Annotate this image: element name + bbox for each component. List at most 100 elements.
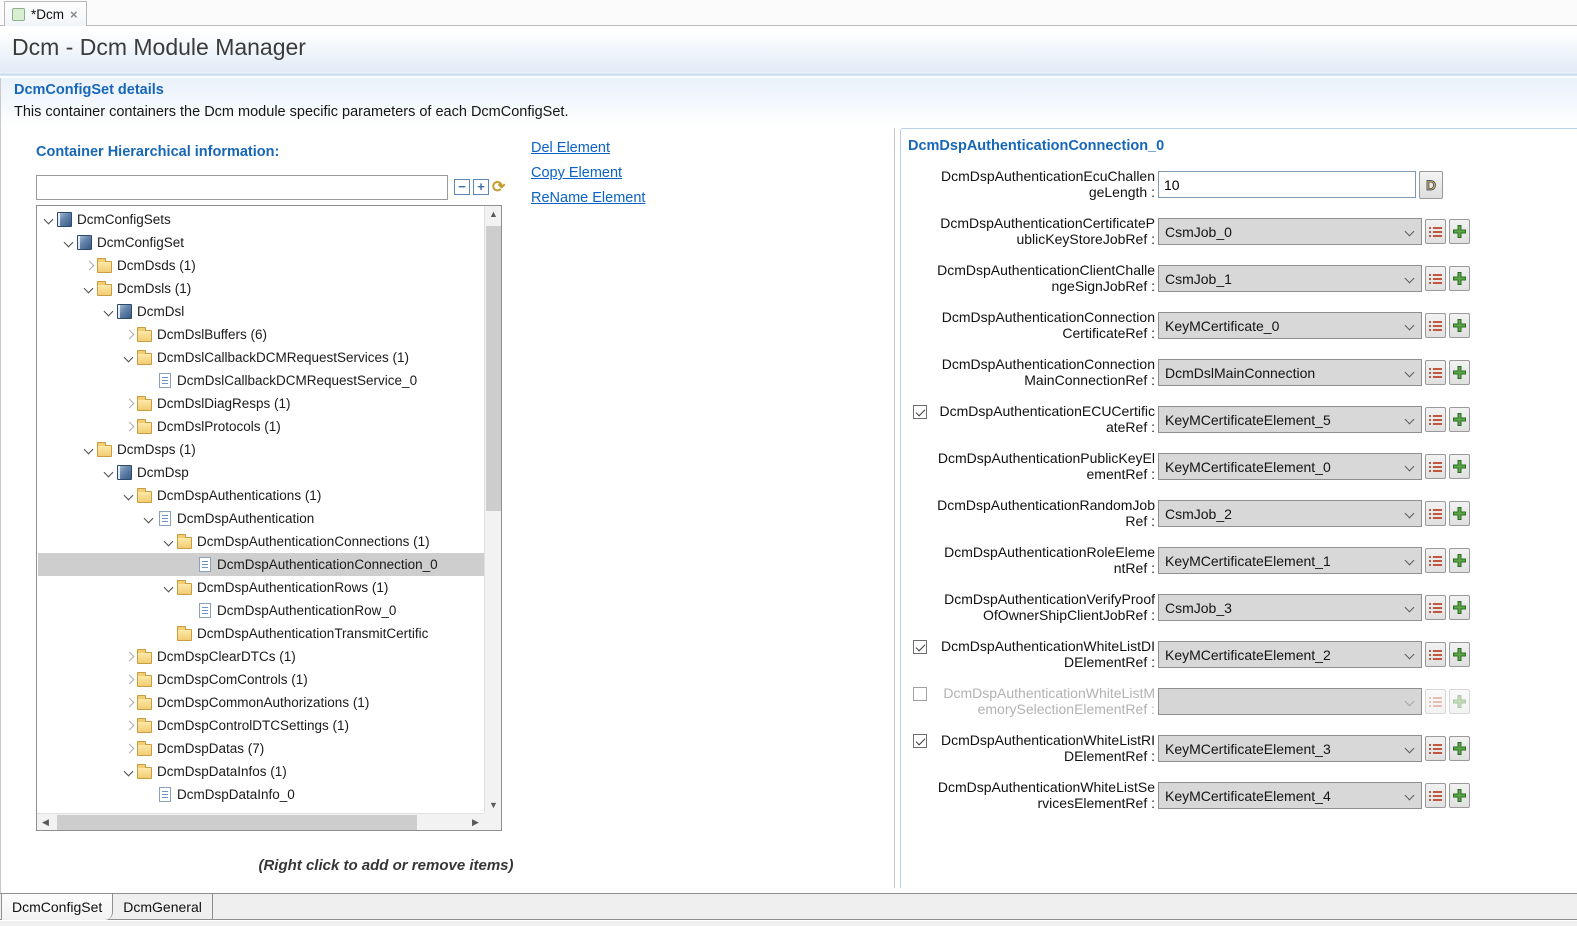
list-button[interactable]	[1425, 454, 1446, 479]
tree-item[interactable]: DcmDslProtocols (1)	[38, 415, 484, 438]
tree-item[interactable]: DcmDspAuthenticationRows (1)	[38, 576, 484, 599]
tree-item[interactable]: DcmDslBuffers (6)	[38, 323, 484, 346]
chevron-right-icon[interactable]	[121, 695, 137, 711]
checkbox-checked[interactable]	[913, 640, 927, 654]
add-button[interactable]	[1449, 501, 1470, 526]
chevron-down-icon[interactable]	[81, 442, 97, 458]
ecu-challenge-length-input[interactable]	[1158, 171, 1416, 198]
add-button[interactable]	[1449, 595, 1470, 620]
rename-element-link[interactable]: ReName Element	[531, 186, 645, 211]
tree-item[interactable]: DcmDsps (1)	[38, 438, 484, 461]
chevron-down-icon[interactable]	[121, 764, 137, 780]
list-button[interactable]	[1425, 407, 1446, 432]
add-button[interactable]	[1449, 407, 1470, 432]
collapse-all-button[interactable]: −	[454, 179, 470, 195]
horizontal-scroll-thumb[interactable]	[57, 815, 417, 830]
tree-item[interactable]: DcmConfigSets	[38, 208, 484, 231]
chevron-down-icon[interactable]	[121, 488, 137, 504]
add-button[interactable]	[1449, 642, 1470, 667]
add-button[interactable]	[1449, 736, 1470, 761]
reference-dropdown[interactable]: KeyMCertificateElement_5	[1158, 406, 1422, 433]
reference-dropdown[interactable]: KeyMCertificateElement_2	[1158, 641, 1422, 668]
add-button[interactable]	[1449, 783, 1470, 808]
tree-item[interactable]: DcmDslCallbackDCMRequestServices (1)	[38, 346, 484, 369]
chevron-right-icon[interactable]	[81, 258, 97, 274]
add-button[interactable]	[1449, 219, 1470, 244]
tree-item[interactable]: DcmDsls (1)	[38, 277, 484, 300]
list-button[interactable]	[1425, 642, 1446, 667]
checkbox-checked[interactable]	[913, 734, 927, 748]
list-button[interactable]	[1425, 783, 1446, 808]
reference-dropdown[interactable]: CsmJob_1	[1158, 265, 1422, 292]
tree-item[interactable]: DcmDspAuthenticationRow_0	[38, 599, 484, 622]
tree-item[interactable]: DcmDsds (1)	[38, 254, 484, 277]
tab-dcmconfigset[interactable]: DcmConfigSet	[1, 894, 113, 920]
list-button[interactable]	[1425, 313, 1446, 338]
expand-all-button[interactable]: +	[473, 179, 489, 195]
tab-dcmgeneral[interactable]: DcmGeneral	[113, 894, 213, 920]
chevron-down-icon[interactable]	[161, 534, 177, 550]
tree-item[interactable]: DcmDspDatas (7)	[38, 737, 484, 760]
del-element-link[interactable]: Del Element	[531, 136, 645, 161]
tree-item[interactable]: DcmDslDiagResps (1)	[38, 392, 484, 415]
tree-item[interactable]: DcmDspDataInfos (1)	[38, 760, 484, 783]
scroll-right-icon[interactable]: ▶	[467, 814, 484, 831]
chevron-right-icon[interactable]	[121, 718, 137, 734]
reference-dropdown[interactable]: KeyMCertificateElement_3	[1158, 735, 1422, 762]
chevron-down-icon[interactable]	[161, 580, 177, 596]
tree-item[interactable]: DcmDsl	[38, 300, 484, 323]
reference-dropdown[interactable]: CsmJob_3	[1158, 594, 1422, 621]
reference-dropdown[interactable]: KeyMCertificateElement_4	[1158, 782, 1422, 809]
chevron-right-icon[interactable]	[121, 649, 137, 665]
list-button[interactable]	[1425, 360, 1446, 385]
add-button[interactable]	[1449, 548, 1470, 573]
checkbox-unchecked[interactable]	[913, 687, 927, 701]
scroll-down-icon[interactable]: ▼	[485, 797, 502, 814]
editor-tab-dcm[interactable]: *Dcm ×	[4, 1, 87, 26]
horizontal-scrollbar[interactable]: ◀ ▶	[37, 813, 484, 830]
tree-item[interactable]: DcmDspDataInfo_0	[38, 783, 484, 806]
chevron-down-icon[interactable]	[101, 465, 117, 481]
list-button[interactable]	[1425, 501, 1446, 526]
tree-item[interactable]: DcmDspClearDTCs (1)	[38, 645, 484, 668]
reference-dropdown[interactable]: KeyMCertificate_0	[1158, 312, 1422, 339]
close-icon[interactable]: ×	[70, 8, 78, 21]
chevron-right-icon[interactable]	[121, 419, 137, 435]
tree-item[interactable]: DcmDspAuthentications (1)	[38, 484, 484, 507]
tree-filter-input[interactable]	[36, 175, 448, 200]
chevron-right-icon[interactable]	[121, 672, 137, 688]
tree-item[interactable]: DcmDspCommonAuthorizations (1)	[38, 691, 484, 714]
tree-item[interactable]: DcmDslCallbackDCMRequestService_0	[38, 369, 484, 392]
list-button[interactable]	[1425, 219, 1446, 244]
refresh-icon[interactable]: ⟳	[492, 177, 505, 197]
vertical-scroll-thumb[interactable]	[486, 226, 501, 511]
tree-item[interactable]: DcmDspAuthenticationTransmitCertific	[38, 622, 484, 645]
chevron-down-icon[interactable]	[121, 350, 137, 366]
add-button[interactable]	[1449, 266, 1470, 291]
chevron-down-icon[interactable]	[101, 304, 117, 320]
scroll-left-icon[interactable]: ◀	[37, 814, 54, 831]
add-button[interactable]	[1449, 360, 1470, 385]
list-button[interactable]	[1425, 736, 1446, 761]
vertical-scrollbar[interactable]: ▲ ▼	[484, 206, 501, 814]
list-button[interactable]	[1425, 595, 1446, 620]
chevron-down-icon[interactable]	[41, 212, 57, 228]
reference-dropdown[interactable]: KeyMCertificateElement_1	[1158, 547, 1422, 574]
scroll-up-icon[interactable]: ▲	[485, 206, 502, 223]
chevron-right-icon[interactable]	[121, 741, 137, 757]
reference-dropdown[interactable]: CsmJob_0	[1158, 218, 1422, 245]
chevron-down-icon[interactable]	[81, 281, 97, 297]
chevron-right-icon[interactable]	[121, 396, 137, 412]
add-button[interactable]	[1449, 313, 1470, 338]
reference-dropdown[interactable]: KeyMCertificateElement_0	[1158, 453, 1422, 480]
chevron-right-icon[interactable]	[121, 327, 137, 343]
default-value-button[interactable]: D	[1419, 171, 1443, 199]
copy-element-link[interactable]: Copy Element	[531, 161, 645, 186]
list-button[interactable]	[1425, 548, 1446, 573]
tree-item[interactable]: DcmDsp	[38, 461, 484, 484]
tree-item[interactable]: DcmConfigSet	[38, 231, 484, 254]
tree-item[interactable]: DcmDspControlDTCSettings (1)	[38, 714, 484, 737]
chevron-down-icon[interactable]	[141, 511, 157, 527]
reference-dropdown[interactable]: CsmJob_2	[1158, 500, 1422, 527]
tree-item[interactable]: DcmDspComControls (1)	[38, 668, 484, 691]
